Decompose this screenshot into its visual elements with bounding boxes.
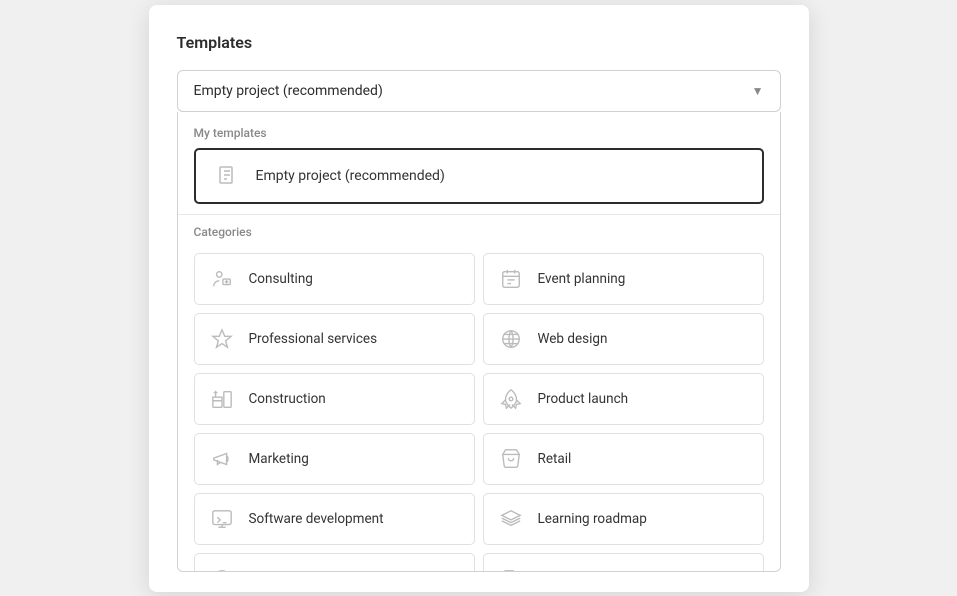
categories-label: Categories [178, 214, 780, 249]
category-item-product-launch[interactable]: Product launch [483, 373, 764, 425]
marketing-icon [207, 444, 237, 474]
category-label-planners: Planners [538, 571, 591, 572]
dropdown-body: My templates Empty project (recommended)… [177, 112, 781, 572]
category-label-professional-services: Professional services [249, 331, 378, 347]
category-label-software-development: Software development [249, 511, 384, 527]
empty-icon [212, 160, 244, 192]
dropdown-selected-label: Empty project (recommended) [194, 83, 383, 99]
my-templates-label: My templates [178, 112, 780, 148]
category-item-by-methodology[interactable]: By methodology [194, 553, 475, 572]
category-label-product-launch: Product launch [538, 391, 629, 407]
categories-grid: Consulting Event planning [178, 249, 780, 572]
learning-icon [496, 504, 526, 534]
category-item-construction[interactable]: Construction [194, 373, 475, 425]
category-label-learning-roadmap: Learning roadmap [538, 511, 647, 527]
category-item-consulting[interactable]: Consulting [194, 253, 475, 305]
category-item-planners[interactable]: Planners [483, 553, 764, 572]
category-item-web-design[interactable]: Web design [483, 313, 764, 365]
chevron-down-icon: ▼ [752, 84, 764, 98]
category-item-marketing[interactable]: Marketing [194, 433, 475, 485]
template-item-label: Empty project (recommended) [256, 168, 445, 184]
modal-title: Templates [177, 33, 781, 52]
webdesign-icon [496, 324, 526, 354]
retail-icon [496, 444, 526, 474]
construction-icon [207, 384, 237, 414]
event-icon [496, 264, 526, 294]
templates-modal: Templates Empty project (recommended) ▼ … [149, 5, 809, 592]
methodology-icon [207, 564, 237, 572]
template-item-empty-project[interactable]: Empty project (recommended) [194, 148, 764, 204]
category-item-software-development[interactable]: Software development [194, 493, 475, 545]
category-item-professional-services[interactable]: Professional services [194, 313, 475, 365]
services-icon [207, 324, 237, 354]
software-icon [207, 504, 237, 534]
planners-icon [496, 564, 526, 572]
consulting-icon [207, 264, 237, 294]
category-label-consulting: Consulting [249, 271, 313, 287]
category-label-construction: Construction [249, 391, 326, 407]
category-label-web-design: Web design [538, 331, 608, 347]
launch-icon [496, 384, 526, 414]
category-label-event-planning: Event planning [538, 271, 626, 287]
category-label-marketing: Marketing [249, 451, 309, 467]
category-item-event-planning[interactable]: Event planning [483, 253, 764, 305]
template-dropdown[interactable]: Empty project (recommended) ▼ [177, 70, 781, 112]
category-label-retail: Retail [538, 451, 572, 467]
category-label-by-methodology: By methodology [249, 571, 346, 572]
category-item-learning-roadmap[interactable]: Learning roadmap [483, 493, 764, 545]
category-item-retail[interactable]: Retail [483, 433, 764, 485]
